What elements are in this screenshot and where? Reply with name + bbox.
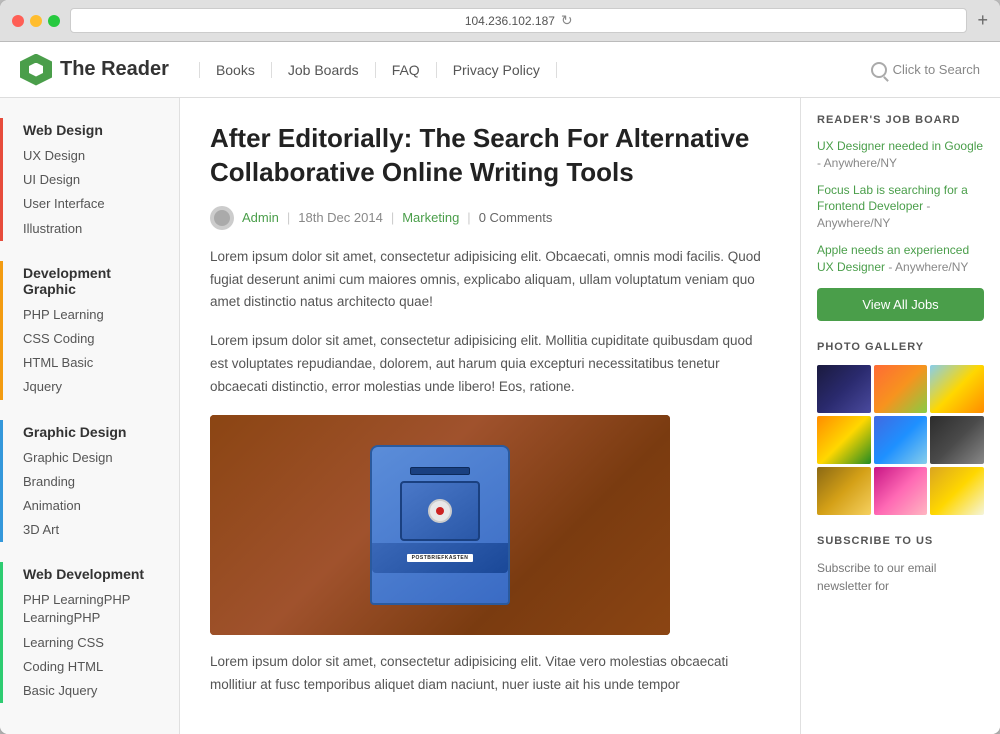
article-body-2: Lorem ipsum dolor sit amet, consectetur … — [210, 330, 770, 399]
main-content: After Editorially: The Search For Altern… — [180, 98, 800, 734]
avatar — [210, 206, 234, 230]
meta-sep-2: | — [391, 210, 394, 225]
sidebar-item-php-learning[interactable]: PHP Learning — [3, 303, 179, 327]
browser-window: 104.236.102.187 ↻ + The Reader Books Job… — [0, 0, 1000, 734]
job-board-title: READER'S JOB BOARD — [817, 114, 984, 126]
sidebar-item-basic-jquery[interactable]: Basic Jquery — [3, 679, 179, 703]
gallery-item-9[interactable] — [930, 467, 984, 515]
sidebar-category-graphic-design: Graphic Design — [3, 420, 179, 446]
sidebar-category-dev-graphic: Development Graphic — [3, 261, 179, 303]
nav-links: Books Job Boards FAQ Privacy Policy — [199, 62, 871, 78]
sidebar-section-graphic-design: Graphic Design Graphic Design Branding A… — [0, 420, 179, 543]
site-title: The Reader — [60, 58, 169, 81]
subscribe-title: SUBSCRIBE TO US — [817, 535, 984, 547]
sidebar-section-web-dev: Web Development PHP LearningPHP Learning… — [0, 562, 179, 703]
left-sidebar: Web Design UX Design UI Design User Inte… — [0, 98, 180, 734]
job-item-3: Apple needs an experienced UX Designer -… — [817, 242, 984, 276]
sidebar-item-ux-design[interactable]: UX Design — [3, 144, 179, 168]
address-text: 104.236.102.187 — [465, 14, 555, 28]
address-bar[interactable]: 104.236.102.187 ↻ — [70, 8, 967, 33]
sidebar-item-ui-design[interactable]: UI Design — [3, 168, 179, 192]
search-area[interactable]: Click to Search — [871, 62, 980, 78]
gallery-item-3[interactable] — [930, 365, 984, 413]
job-loc-3: - Anywhere/NY — [888, 260, 968, 274]
site-logo[interactable]: The Reader — [20, 54, 169, 86]
sidebar-item-animation[interactable]: Animation — [3, 494, 179, 518]
job-loc-1: - Anywhere/NY — [817, 156, 897, 170]
gallery-item-4[interactable] — [817, 416, 871, 464]
sidebar-item-css-coding[interactable]: CSS Coding — [3, 327, 179, 351]
logo-hex-icon — [20, 54, 52, 86]
job-link-2[interactable]: Focus Lab is searching for a Frontend De… — [817, 183, 968, 214]
sidebar-section-dev-graphic: Development Graphic PHP Learning CSS Cod… — [0, 261, 179, 400]
right-sidebar: READER'S JOB BOARD UX Designer needed in… — [800, 98, 1000, 734]
gallery-item-6[interactable] — [930, 416, 984, 464]
nav-privacy[interactable]: Privacy Policy — [437, 62, 557, 78]
subscribe-text: Subscribe to our email newsletter for — [817, 559, 984, 595]
gallery-item-8[interactable] — [874, 467, 928, 515]
sidebar-item-php-learning-php[interactable]: PHP LearningPHP LearningPHP — [3, 588, 179, 630]
browser-chrome: 104.236.102.187 ↻ + — [0, 0, 1000, 42]
postbox-label: POSTBRIEFKASTEN — [407, 554, 474, 562]
sidebar-category-web-dev: Web Development — [3, 562, 179, 588]
photo-gallery-title: PHOTO GALLERY — [817, 341, 984, 353]
sidebar-item-3d-art[interactable]: 3D Art — [3, 518, 179, 542]
site-header: The Reader Books Job Boards FAQ Privacy … — [0, 42, 1000, 98]
sidebar-item-coding-html[interactable]: Coding HTML — [3, 655, 179, 679]
postbox-icon: POSTBRIEFKASTEN — [370, 445, 510, 605]
nav-faq[interactable]: FAQ — [376, 62, 437, 78]
gallery-item-5[interactable] — [874, 416, 928, 464]
postbox-visual: POSTBRIEFKASTEN — [210, 415, 670, 635]
job-item-2: Focus Lab is searching for a Frontend De… — [817, 182, 984, 232]
gallery-item-1[interactable] — [817, 365, 871, 413]
article-meta: Admin | 18th Dec 2014 | Marketing | 0 Co… — [210, 206, 770, 230]
sidebar-item-user-interface[interactable]: User Interface — [3, 192, 179, 216]
traffic-light-green[interactable] — [48, 15, 60, 27]
article-author: Admin — [242, 210, 279, 225]
sidebar-item-learning-css[interactable]: Learning CSS — [3, 631, 179, 655]
sidebar-item-branding[interactable]: Branding — [3, 470, 179, 494]
article-image: POSTBRIEFKASTEN — [210, 415, 670, 635]
search-icon — [871, 62, 887, 78]
traffic-light-red[interactable] — [12, 15, 24, 27]
meta-sep-3: | — [467, 210, 470, 225]
sidebar-section-web-design: Web Design UX Design UI Design User Inte… — [0, 118, 179, 241]
article-body-1: Lorem ipsum dolor sit amet, consectetur … — [210, 246, 770, 315]
sidebar-item-jquery[interactable]: Jquery — [3, 375, 179, 399]
sidebar-category-web-design: Web Design — [3, 118, 179, 144]
job-item-1: UX Designer needed in Google - Anywhere/… — [817, 138, 984, 172]
article-category[interactable]: Marketing — [402, 210, 459, 225]
job-link-1[interactable]: UX Designer needed in Google — [817, 139, 983, 153]
sidebar-item-illustration[interactable]: Illustration — [3, 217, 179, 241]
refresh-icon[interactable]: ↻ — [561, 12, 573, 29]
article-date: 18th Dec 2014 — [298, 210, 383, 225]
gallery-item-7[interactable] — [817, 467, 871, 515]
nav-job-boards[interactable]: Job Boards — [272, 62, 376, 78]
logo-hex-inner — [29, 63, 43, 77]
view-all-jobs-button[interactable]: View All Jobs — [817, 288, 984, 321]
avatar-icon — [214, 210, 230, 226]
site-body: Web Design UX Design UI Design User Inte… — [0, 98, 1000, 734]
new-tab-button[interactable]: + — [977, 10, 988, 31]
search-label: Click to Search — [893, 62, 980, 77]
article-title: After Editorially: The Search For Altern… — [210, 122, 770, 190]
gallery-item-2[interactable] — [874, 365, 928, 413]
meta-sep-1: | — [287, 210, 290, 225]
nav-books[interactable]: Books — [199, 62, 272, 78]
photo-gallery — [817, 365, 984, 515]
sidebar-item-html-basic[interactable]: HTML Basic — [3, 351, 179, 375]
sidebar-item-graphic-design[interactable]: Graphic Design — [3, 446, 179, 470]
article-comments[interactable]: 0 Comments — [479, 210, 553, 225]
article-body-3: Lorem ipsum dolor sit amet, consectetur … — [210, 651, 770, 697]
traffic-lights — [12, 15, 60, 27]
traffic-light-yellow[interactable] — [30, 15, 42, 27]
